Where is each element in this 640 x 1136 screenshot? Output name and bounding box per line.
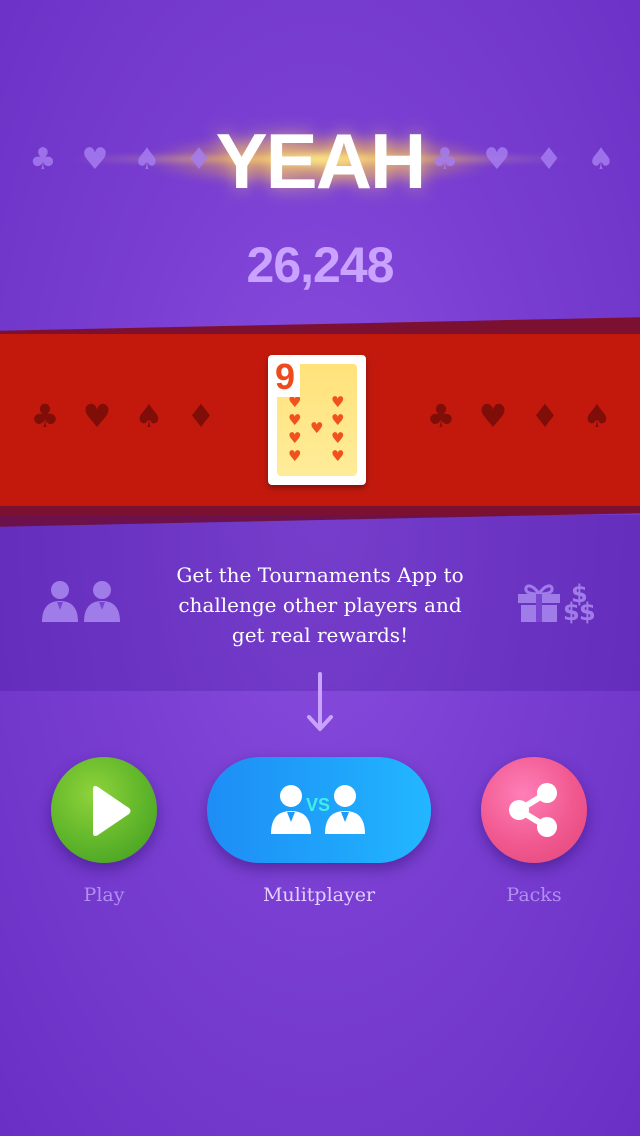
play-icon: [93, 785, 131, 837]
promo-text: Get the Tournaments App to challenge oth…: [160, 560, 480, 650]
ribbon-suits-right: ♣ ♥ ♦ ♠: [426, 400, 612, 432]
diamond-icon: ♦: [530, 397, 560, 435]
gift-icon: [518, 584, 560, 622]
dollar-icon: $: [579, 598, 596, 626]
heart-pip-icon: ♥: [331, 393, 345, 411]
promo-line-2: challenge other players and: [178, 593, 462, 617]
dollar-icon: $: [563, 598, 580, 626]
versus-label: VS: [306, 795, 331, 815]
heart-pip-icon: ♥: [288, 429, 302, 447]
two-players-icon: [42, 581, 120, 622]
multiplayer-button[interactable]: VS: [207, 757, 431, 863]
play-button[interactable]: [51, 757, 157, 863]
packs-button[interactable]: [481, 757, 587, 863]
heart-pip-icon: ♥: [288, 393, 302, 411]
heart-icon: ♥: [478, 397, 508, 435]
multiplayer-label[interactable]: Mulitplayer: [207, 882, 431, 908]
result-title: YEAH: [215, 117, 427, 205]
heart-pip-icon: ♥: [331, 411, 345, 429]
heart-pip-icon: ♥: [331, 447, 345, 465]
heart-pip-icon: ♥: [310, 419, 324, 437]
heart-pip-icon: ♥: [288, 411, 302, 429]
arrow-down-icon: [307, 672, 333, 731]
nine-of-hearts-card: ♥ ♥ ♥ ♥ ♥ ♥ ♥ ♥ ♥ 9: [268, 355, 366, 485]
play-label[interactable]: Play: [51, 882, 157, 908]
heart-pip-icon: ♥: [331, 429, 345, 447]
spade-icon: ♠: [582, 397, 612, 435]
club-icon: ♣: [426, 397, 456, 435]
promo-line-1: Get the Tournaments App to: [176, 563, 464, 587]
heart-icon: ♥: [82, 397, 112, 435]
score-value: 26,248: [246, 237, 395, 293]
spade-icon: ♠: [134, 397, 164, 435]
packs-label[interactable]: Packs: [481, 882, 587, 908]
card-rank: 9: [270, 357, 300, 397]
share-icon: [509, 783, 557, 837]
diamond-icon: ♦: [186, 397, 216, 435]
heart-pip-icon: ♥: [288, 447, 302, 465]
club-icon: ♣: [30, 397, 60, 435]
promo-line-3: get real rewards!: [231, 623, 409, 647]
ribbon-suits-left: ♣ ♥ ♠ ♦: [30, 400, 216, 432]
